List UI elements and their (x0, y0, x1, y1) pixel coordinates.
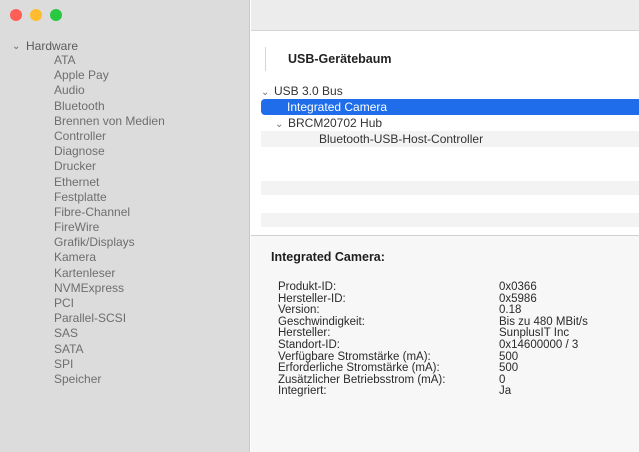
sidebar-list: ATA Apple Pay Audio Bluetooth Brennen von Me… (54, 53, 165, 387)
property-value: Ja (499, 385, 512, 398)
sidebar-item[interactable]: Parallel-SCSI (54, 311, 165, 326)
tree-row-label: Bluetooth-USB-Host-Controller (319, 132, 484, 146)
sidebar-item[interactable]: Fibre-Channel (54, 205, 165, 220)
sidebar-item[interactable]: ATA (54, 53, 165, 68)
window-controls (10, 9, 62, 21)
tree-row-label: Integrated Camera (287, 100, 388, 114)
property-value: 500 (499, 350, 519, 363)
minimize-window-button[interactable] (30, 9, 42, 21)
sidebar-item[interactable]: Brennen von Medien (54, 114, 165, 129)
sidebar-item[interactable]: Kamera (54, 250, 165, 265)
property-value: 0 (499, 373, 506, 386)
close-window-button[interactable] (10, 9, 22, 21)
sidebar-item[interactable]: Audio (54, 83, 165, 98)
property-value: 0x14600000 / 3 (499, 338, 579, 351)
sidebar-item[interactable]: Diagnose (54, 144, 165, 159)
property-label: Erforderliche Stromstärke (mA): (278, 362, 440, 375)
property-row: Zusätzlicher Betriebsstrom (mA): 0 (278, 373, 639, 387)
property-row: Standort-ID: 0x14600000 / 3 (278, 338, 639, 352)
tree-empty-row (261, 213, 639, 227)
tree-row[interactable]: ⌄ USB 3.0 Bus (261, 83, 639, 99)
sidebar-item[interactable]: SAS (54, 326, 165, 341)
chevron-down-icon[interactable]: ⌄ (12, 41, 22, 52)
property-label: Produkt-ID: (278, 281, 337, 293)
property-value: 0x0366 (499, 281, 537, 293)
tree-row[interactable]: ⌄ BRCM20702 Hub (261, 115, 639, 131)
tree-row-label: BRCM20702 Hub (288, 116, 383, 130)
sidebar-item[interactable]: Apple Pay (54, 68, 165, 83)
property-row: Hersteller-ID: 0x5986 (278, 293, 639, 306)
sidebar-item[interactable]: Ethernet (54, 175, 165, 190)
sidebar-item[interactable]: Speicher (54, 372, 165, 387)
sidebar-item[interactable]: FireWire (54, 220, 165, 235)
sidebar: ⌄ Hardware ATA Apple Pay Audio Bluetooth Bre… (0, 0, 250, 452)
toolbar (251, 0, 639, 31)
tree-empty-row (261, 181, 639, 195)
sidebar-item[interactable]: SATA (54, 342, 165, 357)
sidebar-item[interactable]: Festplatte (54, 190, 165, 205)
property-row: Produkt-ID: 0x0366 (278, 281, 639, 294)
zoom-window-button[interactable] (50, 9, 62, 21)
sidebar-group-label: Hardware (26, 39, 79, 53)
sidebar-item[interactable]: Grafik/Displays (54, 235, 165, 250)
tree-row[interactable]: Integrated Camera (261, 99, 639, 115)
property-row: Integriert: Ja (278, 386, 639, 398)
sidebar-item[interactable]: Kartenleser (54, 266, 165, 281)
property-list: Produkt-ID: 0x0366 Hersteller-ID: 0x5986 Ver… (278, 281, 639, 398)
sidebar-group-hardware[interactable]: ⌄ Hardware (12, 39, 78, 53)
main-panel: USB-Gerätebaum ⌄ USB 3.0 Bus Integrated Ca… (251, 0, 639, 452)
tree-row-label: USB 3.0 Bus (274, 84, 343, 98)
sidebar-item[interactable]: SPI (54, 357, 165, 372)
property-value: 500 (499, 362, 519, 375)
sidebar-item[interactable]: NVMExpress (54, 281, 165, 296)
sidebar-item[interactable]: Controller (54, 129, 165, 144)
sidebar-item[interactable]: Drucker (54, 159, 165, 174)
property-label: Integriert: (278, 385, 327, 398)
sidebar-item[interactable]: PCI (54, 296, 165, 311)
usb-device-tree: ⌄ USB 3.0 Bus Integrated Camera ⌄ BRCM20702 … (261, 83, 639, 147)
detail-title: Integrated Camera: (271, 250, 385, 264)
sidebar-item[interactable]: Bluetooth (54, 99, 165, 114)
property-row: Geschwindigkeit: Bis zu 480 MBit/s (278, 316, 639, 329)
tree-header: USB-Gerätebaum (265, 47, 639, 71)
property-row: Erforderliche Stromstärke (mA): 500 (278, 363, 639, 375)
property-label: Standort-ID: (278, 338, 340, 351)
tree-row[interactable]: Bluetooth-USB-Host-Controller (261, 131, 639, 147)
